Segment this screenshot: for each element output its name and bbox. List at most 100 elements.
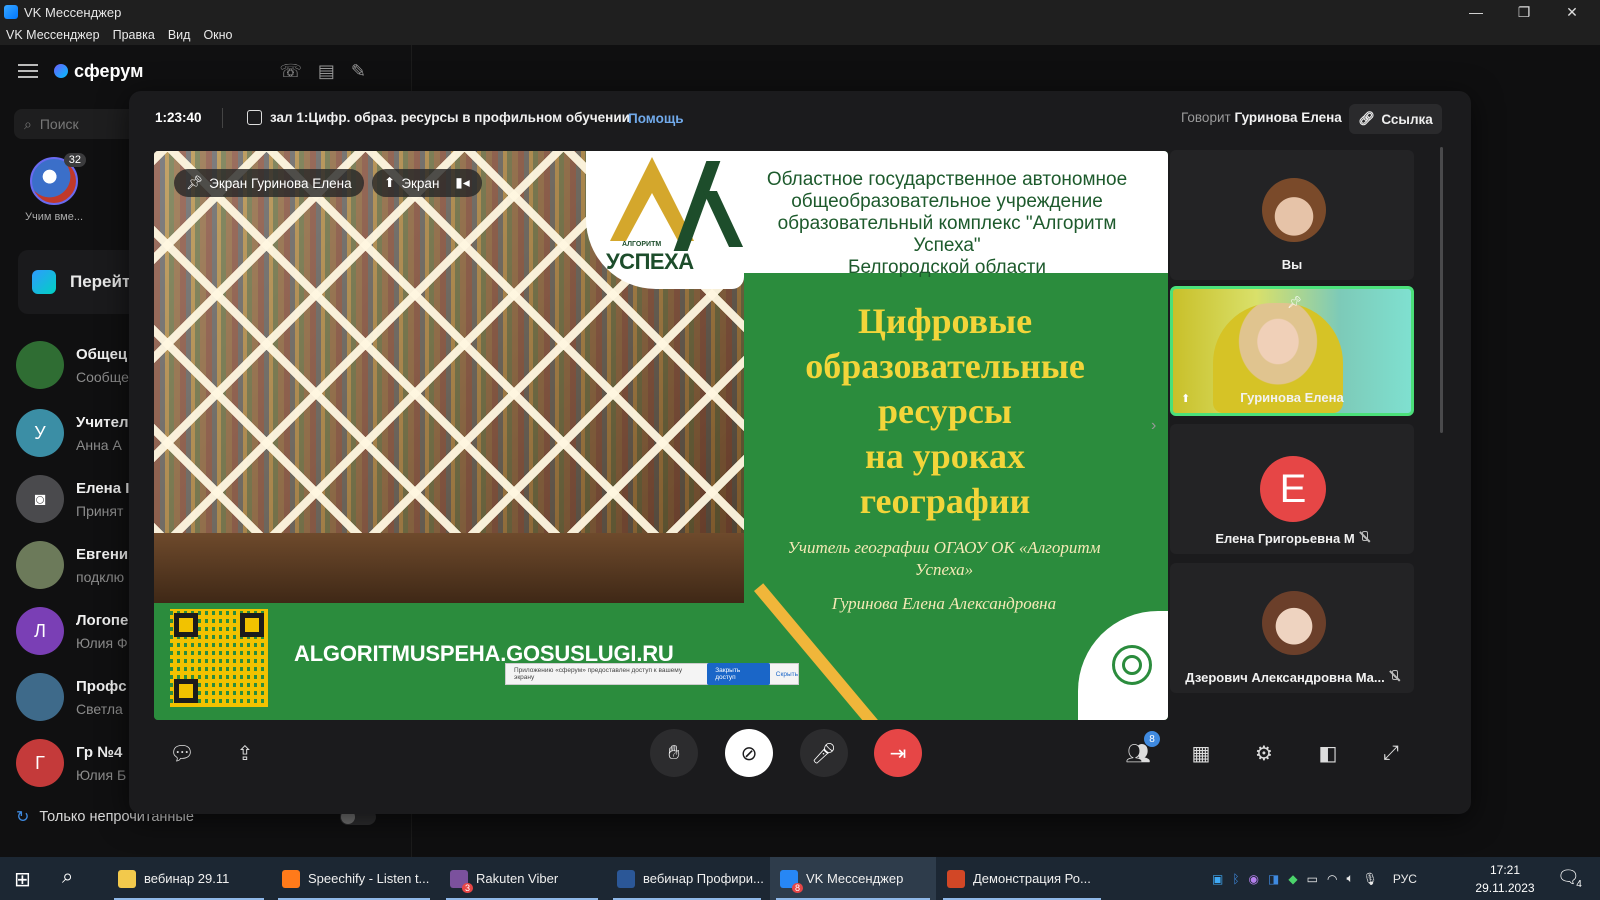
settings-gear-icon[interactable]: ⚙ <box>1240 729 1288 777</box>
participants-scrollbar[interactable] <box>1440 147 1443 433</box>
system-clock[interactable]: 17:21 29.11.2023 <box>1465 861 1545 897</box>
call-window: 1:23:40 зал 1:Цифр. образ. ресурсы в про… <box>129 91 1471 814</box>
taskbar-app-label: Rakuten Viber <box>476 871 559 886</box>
participant-tile-active[interactable]: 📌︎ ⬆ Гуринова Елена <box>1170 286 1414 416</box>
screen-camera-toggle[interactable]: ⬆ Экран ▮◂ <box>372 169 482 197</box>
raise-hand-button[interactable]: ✋︎ <box>650 729 698 777</box>
new-call-icon[interactable]: ☏ <box>279 61 302 82</box>
camera-icon[interactable]: ▮◂ <box>455 175 469 191</box>
fullscreen-icon[interactable]: ⤢ <box>1367 729 1415 777</box>
clock-time: 17:21 <box>1489 863 1521 877</box>
copy-link-button[interactable]: 🔗︎ Ссылка <box>1349 104 1442 134</box>
share-notice-text: Приложению «сферум» предоставлен доступ … <box>514 667 683 681</box>
speaking-indicator: Говорит Гуринова Елена <box>1181 110 1342 125</box>
chat-preview: Анна А <box>76 436 122 453</box>
taskbar-app-button[interactable]: вебинар Профири... <box>607 857 767 900</box>
maximize-button[interactable]: ❐ <box>1500 0 1548 24</box>
taskbar-app-button[interactable]: 3 Rakuten Viber <box>440 857 604 900</box>
chevron-right-icon[interactable]: › <box>1151 417 1156 435</box>
share-screen-icon: ⬆ <box>384 175 396 190</box>
battery-icon[interactable]: ▭ <box>1307 872 1318 886</box>
volume-icon[interactable]: 🔈︎ <box>1346 871 1353 886</box>
leave-call-button[interactable]: ⇥ <box>874 729 922 777</box>
input-language[interactable]: РУС <box>1393 872 1417 886</box>
menu-vk[interactable]: VK Мессенджер <box>6 28 100 42</box>
participant-name: Гуринова Елена <box>1240 390 1344 405</box>
chat-text: Логопе Юлия Ф <box>76 612 128 651</box>
help-link[interactable]: Помощь <box>628 111 684 126</box>
story-item[interactable]: 32 Учим вме... <box>22 153 86 223</box>
participants-count-badge: 8 <box>1144 731 1160 747</box>
chat-icon[interactable]: 💬︎ <box>158 729 206 777</box>
wifi-icon[interactable]: ◠ <box>1327 872 1337 886</box>
chat-name: Евгени <box>76 545 129 563</box>
taskbar-app-icon: 8 <box>780 869 803 893</box>
participant-tile[interactable]: Дзерович Александровна Ма... <box>1170 563 1414 693</box>
tray-app-icon[interactable]: ▣ <box>1212 872 1223 886</box>
share-screen-button[interactable]: ⇪ <box>221 729 269 777</box>
tray-app-icon[interactable]: ◨ <box>1268 872 1279 886</box>
mic-tray-icon[interactable]: 🎙︎ <box>1363 872 1378 886</box>
taskbar-app-button[interactable]: 8 VK Мессенджер <box>770 857 936 900</box>
mic-off-icon <box>1389 670 1399 682</box>
chat-preview: Светла <box>76 700 123 717</box>
logo-small-text: АЛГОРИТМ <box>622 241 662 248</box>
participants-button[interactable]: 👥︎ 8 <box>1114 729 1162 777</box>
slide-title-line-4: на уроках <box>865 436 1025 476</box>
viber-tray-icon[interactable]: ◉ <box>1249 872 1259 886</box>
taskbar-app-label: Speechify - Listen t... <box>308 871 430 886</box>
hide-notice-button[interactable]: Скрыть <box>776 671 798 678</box>
taskbar-app-button[interactable]: вебинар 29.11 <box>108 857 270 900</box>
taskbar-app-button[interactable]: Демонстрация Ро... <box>937 857 1107 900</box>
qr-code <box>170 609 268 707</box>
participant-tile[interactable]: Е Елена Григорьевна М <box>1170 424 1414 554</box>
menu-edit[interactable]: Правка <box>113 28 155 42</box>
participant-tile[interactable]: Вы <box>1170 150 1414 280</box>
chat-name: Учител <box>76 413 129 431</box>
room-icon <box>247 110 262 125</box>
grid-layout-icon[interactable]: ▦ <box>1177 729 1225 777</box>
system-tray: ▣ ᛒ ◉ ◨ ◆ ▭ ◠ 🔈︎ 🎙︎ РУС <box>1212 857 1417 900</box>
taskbar-badge: 8 <box>791 882 803 893</box>
menu-view[interactable]: Вид <box>168 28 191 42</box>
stop-sharing-button[interactable]: Закрыть доступ <box>707 663 770 685</box>
qr-corner <box>174 679 198 703</box>
slide-title-line-2: образовательные <box>805 346 1085 386</box>
story-label: Учим вме... <box>24 211 84 223</box>
screen-owner-chip[interactable]: 📌︎ Экран Гуринова Елена <box>174 169 364 197</box>
chat-avatar <box>16 673 64 721</box>
search-icon[interactable]: ⌕ <box>62 866 73 889</box>
microphone-button[interactable]: 🎤︎ <box>800 729 848 777</box>
screen-owner-label: Экран Гуринова Елена <box>209 175 352 191</box>
bluetooth-icon[interactable]: ᛒ <box>1232 872 1239 886</box>
pin-icon[interactable]: 📌︎ <box>1287 295 1302 309</box>
close-button[interactable]: ✕ <box>1548 0 1596 24</box>
taskbar-app-icon <box>617 869 635 888</box>
archive-icon[interactable]: ▤ <box>318 61 335 82</box>
screen-share-stage[interactable]: АЛГОРИТМ УСПЕХА Областное государственно… <box>154 151 1168 720</box>
participant-name: Вы <box>1281 257 1303 272</box>
shield-icon[interactable]: ◆ <box>1288 872 1297 886</box>
menu-window[interactable]: Окно <box>203 28 232 42</box>
compose-icon[interactable]: ✎ <box>351 61 366 82</box>
clock-date: 29.11.2023 <box>1475 881 1535 895</box>
search-placeholder: Поиск <box>39 116 79 132</box>
minimize-button[interactable]: — <box>1452 0 1500 24</box>
participant-name-row: Дзерович Александровна Ма... <box>1170 670 1414 685</box>
window-titlebar: VK Мессенджер — ❐ ✕ <box>0 0 1600 24</box>
logo-triangle-inner <box>626 193 678 241</box>
camera-off-button[interactable]: ⊘ <box>725 729 773 777</box>
org-line-4: Белгородской области <box>848 257 1046 278</box>
sferum-logo-icon <box>54 64 68 78</box>
qr-corner <box>240 613 264 637</box>
speaking-name: Гуринова Елена <box>1234 110 1342 125</box>
hamburger-menu-icon[interactable] <box>18 64 38 78</box>
windows-start-icon[interactable]: ⊞ <box>14 867 31 892</box>
floor <box>154 533 744 603</box>
chat-avatar: ◙ <box>16 475 64 523</box>
pip-mode-icon[interactable]: ◧ <box>1304 729 1352 777</box>
slide-teacher-name: Гуринова Елена Александровна <box>831 594 1057 613</box>
notification-center-icon[interactable]: 🗨︎ 4 <box>1557 867 1584 890</box>
taskbar-app-button[interactable]: Speechify - Listen t... <box>272 857 436 900</box>
goto-label: Перейт <box>70 272 131 291</box>
